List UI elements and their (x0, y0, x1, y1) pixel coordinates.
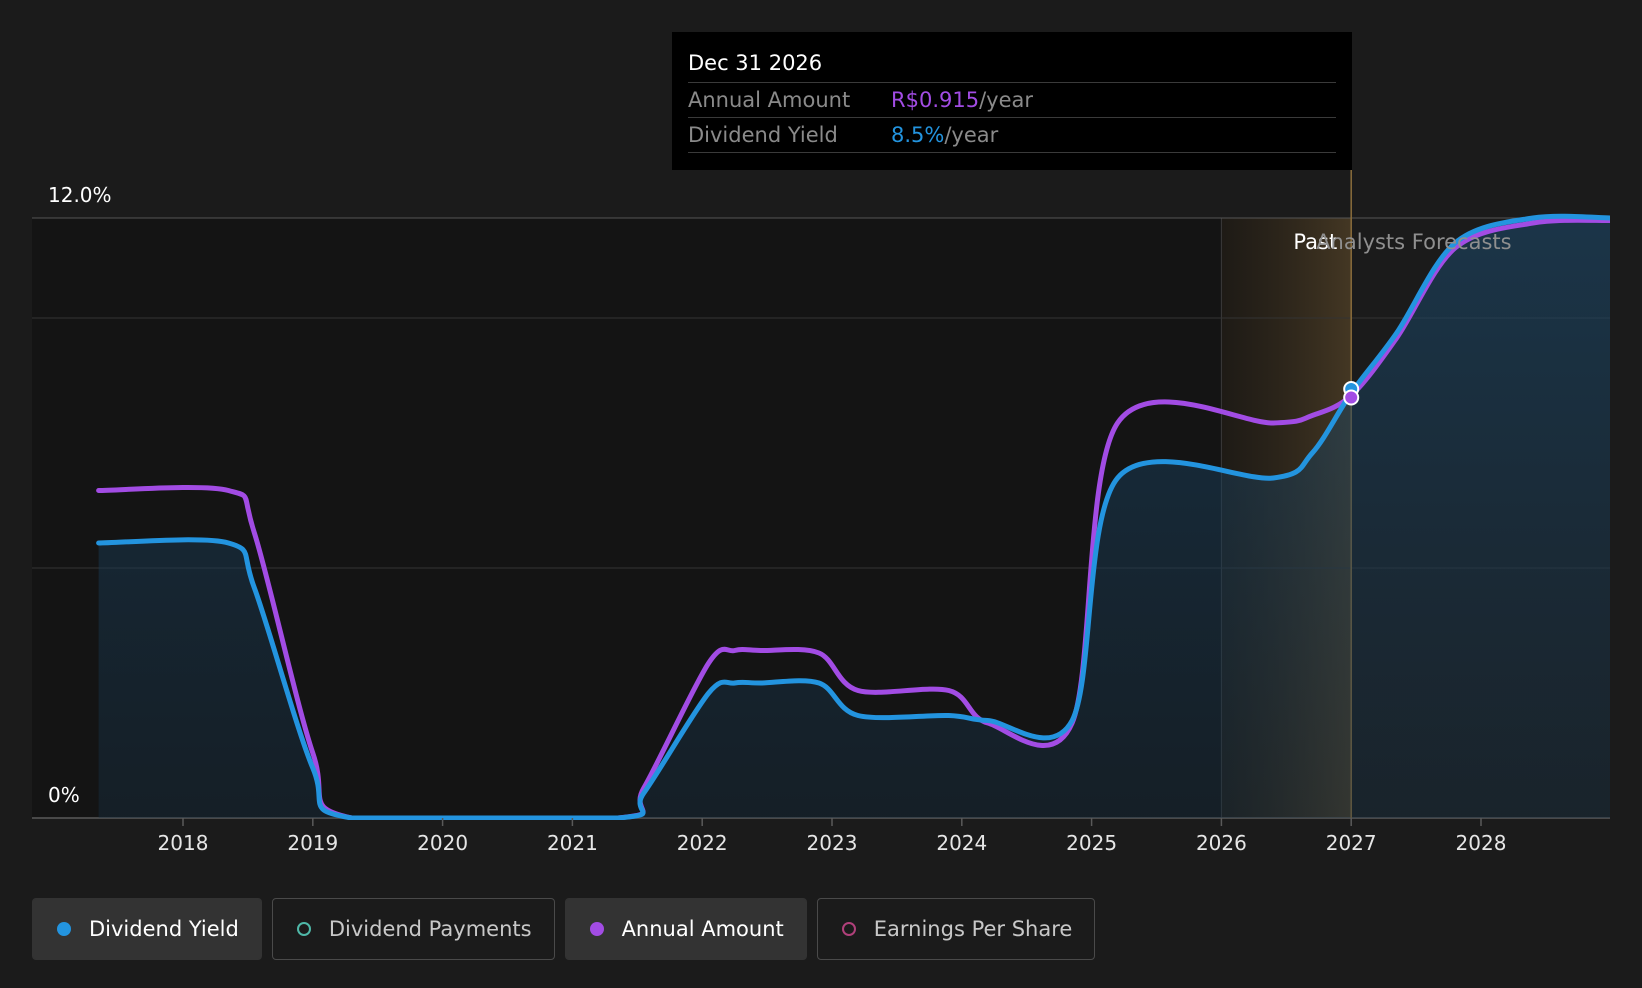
x-tick-label: 2024 (936, 831, 987, 855)
tooltip-row-annual-amount: Annual Amount R$0.915/year (688, 83, 1336, 118)
tooltip-label: Annual Amount (688, 88, 851, 112)
x-tick-label: 2021 (547, 831, 598, 855)
x-tick-label: 2018 (158, 831, 209, 855)
x-tick-label: 2020 (417, 831, 468, 855)
dot-icon (57, 922, 71, 936)
annual-amount-marker (1343, 389, 1360, 406)
legend-dividend-payments[interactable]: Dividend Payments (271, 898, 555, 960)
tooltip-value: 8.5% (891, 123, 945, 147)
x-tick-label: 2022 (677, 831, 728, 855)
tooltip-unit: /year (944, 123, 999, 147)
legend-dividend-yield[interactable]: Dividend Yield (32, 898, 262, 960)
x-tick-label: 2028 (1456, 831, 1507, 855)
x-tick-label: 2026 (1196, 831, 1247, 855)
legend-label: Dividend Payments (328, 917, 532, 941)
legend-earnings-per-share[interactable]: Earnings Per Share (816, 898, 1096, 960)
x-tick-label: 2025 (1066, 831, 1117, 855)
tooltip-unit: /year (979, 88, 1034, 112)
forecast-label: Analysts Forecasts (1316, 230, 1511, 254)
hollow-dot-icon (841, 922, 856, 936)
tooltip-date: Dec 31 2026 (688, 46, 1336, 83)
legend: Dividend Yield Dividend Payments Annual … (32, 898, 1096, 960)
tooltip: Dec 31 2026 Annual Amount R$0.915/year D… (672, 32, 1352, 170)
tooltip-row-dividend-yield: Dividend Yield 8.5%/year (688, 118, 1336, 153)
x-tick-label: 2019 (287, 831, 338, 855)
legend-label: Earnings Per Share (873, 917, 1073, 941)
hollow-dot-icon (296, 922, 311, 936)
x-tick-label: 2027 (1326, 831, 1377, 855)
tooltip-value: R$0.915 (891, 88, 980, 112)
y-tick-label: 0% (48, 783, 80, 807)
legend-label: Annual Amount (621, 917, 784, 941)
dot-icon (589, 922, 604, 936)
legend-label: Dividend Yield (89, 917, 239, 941)
x-tick-label: 2023 (807, 831, 858, 855)
legend-annual-amount[interactable]: Annual Amount (564, 898, 807, 960)
tooltip-label: Dividend Yield (688, 123, 838, 147)
y-tick-label: 12.0% (48, 183, 112, 207)
